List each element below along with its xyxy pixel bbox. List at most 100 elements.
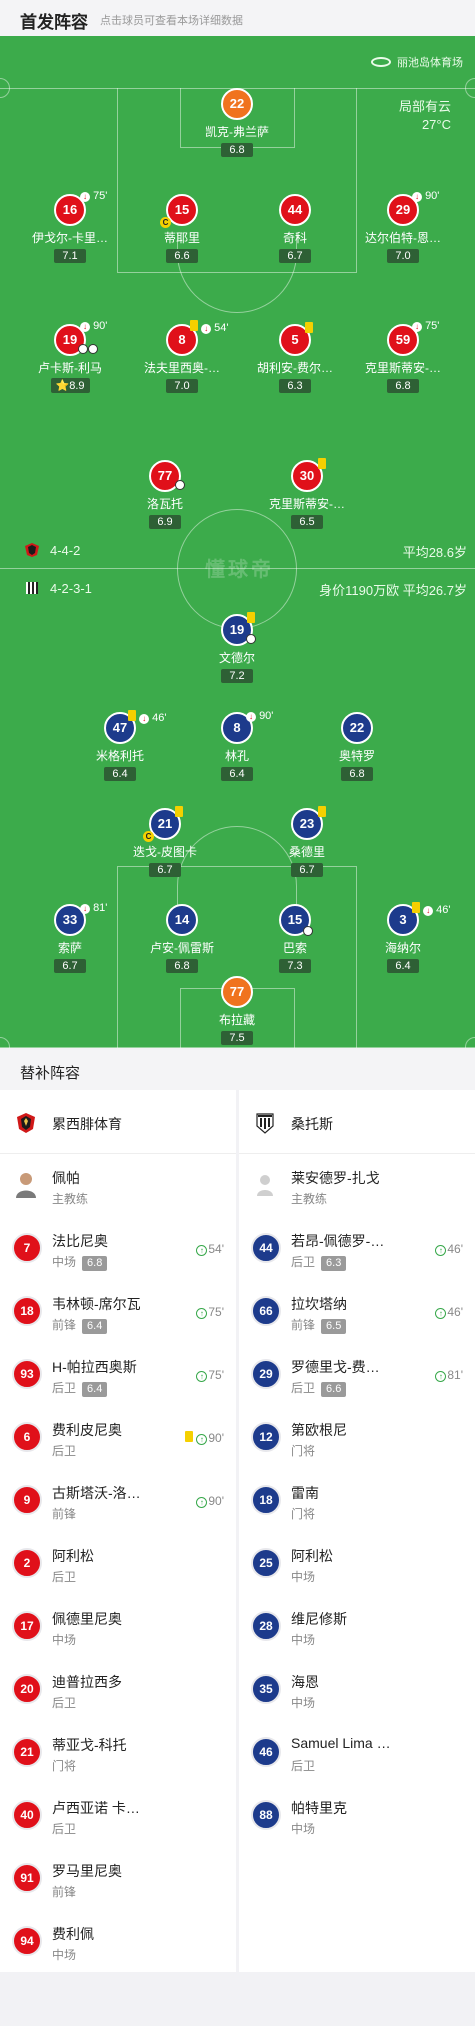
- player-home-mid[interactable]: 5 胡利安-费尔… 6.3: [240, 324, 350, 394]
- player-away-def[interactable]: 14 卢安-佩雷斯 6.8: [127, 904, 237, 974]
- sub-number: 44: [251, 1233, 281, 1263]
- sub-row[interactable]: 7 法比尼奥 中场 6.8 ↑ 54': [0, 1217, 236, 1280]
- sub-in-minute: 54': [208, 1242, 224, 1256]
- player-away-am[interactable]: 22 奥特罗 6.8: [302, 712, 412, 782]
- home-subs-column: 累西腓体育 佩帕 主教练 7 法比尼奥 中场 6.8 ↑ 54' 18 韦林顿-席尔瓦 前锋 6…: [0, 1090, 236, 1972]
- player-number: 14: [166, 904, 198, 936]
- sub-row[interactable]: 6 费利皮尼奥 后卫 ↑ 90': [0, 1406, 236, 1469]
- sub-number: 29: [251, 1359, 281, 1389]
- player-home-mid[interactable]: 59 克里斯蒂安-… 6.8: [348, 324, 458, 394]
- goal-badge: [175, 480, 185, 493]
- player-home-fwd[interactable]: 77 洛瓦托 6.9: [110, 460, 220, 530]
- sub-position: 中场 6.8: [52, 1253, 108, 1271]
- player-rating-value: 8.9: [69, 380, 85, 392]
- sub-position: 后卫: [52, 1696, 77, 1710]
- player-number: 22: [341, 712, 373, 744]
- player-away-dm[interactable]: 21 迭戈-皮图卡 6.7: [110, 808, 220, 878]
- home-team-logo-icon: [25, 543, 39, 557]
- player-rating: 6.7: [54, 959, 86, 973]
- player-away-fwd[interactable]: 19 文德尔 7.2: [182, 614, 292, 684]
- sub-row[interactable]: 9 古斯塔沃-洛… 前锋 ↑ 90': [0, 1469, 236, 1532]
- sub-position-text: 后卫: [291, 1381, 316, 1395]
- player-name: 法夫里西奥-…: [144, 361, 220, 375]
- coach-role: 主教练: [291, 1192, 328, 1206]
- player-home-gk[interactable]: 22 凯克-弗兰萨 6.8: [182, 88, 292, 158]
- sub-row[interactable]: 20 迪普拉西多 后卫: [0, 1658, 236, 1721]
- sub-row[interactable]: 17 佩德里尼奥 中场: [0, 1595, 236, 1658]
- sub-number: 2: [12, 1548, 42, 1578]
- player-rating: 6.4: [104, 767, 136, 781]
- goal-ball-icon: [78, 344, 88, 354]
- sub-position-text: 中场: [52, 1255, 77, 1269]
- sub-row[interactable]: 18 韦林顿-席尔瓦 前锋 6.4 ↑ 75': [0, 1280, 236, 1343]
- sub-out-icon: ↓: [80, 322, 90, 332]
- player-name: 奥特罗: [338, 749, 375, 763]
- sub-rating: 6.3: [321, 1256, 347, 1271]
- player-rating: 7.3: [279, 959, 311, 973]
- player-away-dm[interactable]: 23 桑德里 6.7: [252, 808, 362, 878]
- sub-out-icon: ↓: [139, 714, 150, 724]
- player-name: 卢卡斯-利马: [38, 361, 102, 375]
- sub-number: 25: [251, 1548, 281, 1578]
- sub-row[interactable]: 46 Samuel Lima … 后卫: [239, 1721, 475, 1784]
- player-name: 林孔: [224, 749, 249, 763]
- away-coach-row[interactable]: 莱安德罗-扎戈 主教练: [239, 1154, 475, 1217]
- sub-minute: 75': [93, 190, 108, 202]
- player-number: 44: [279, 194, 311, 226]
- card-sub-badge: ↓ 46': [412, 902, 450, 916]
- player-home-def[interactable]: 44 奇科 6.7: [240, 194, 350, 264]
- player-name: 凯克-弗兰萨: [205, 125, 269, 139]
- corner-arc: [465, 1037, 475, 1048]
- player-name: 达尔伯特-恩…: [365, 231, 441, 245]
- sub-row[interactable]: 66 拉坎塔纳 前锋 6.5 ↑ 46': [239, 1280, 475, 1343]
- sub-row[interactable]: 88 帕特里克 中场: [239, 1784, 475, 1847]
- sub-row[interactable]: 29 罗德里戈-费… 后卫 6.6 ↑ 81': [239, 1343, 475, 1406]
- player-home-def[interactable]: 15 蒂耶里 6.6: [127, 194, 237, 264]
- player-home-def[interactable]: 29 达尔伯特-恩… 7.0: [348, 194, 458, 264]
- subs-title: 替补阵容: [20, 1065, 81, 1082]
- player-name: 洛瓦托: [146, 497, 183, 511]
- player-home-def[interactable]: 16 伊戈尔-卡里… 7.1: [15, 194, 125, 264]
- sub-number: 40: [12, 1800, 42, 1830]
- sub-in-icon: ↑: [435, 1245, 447, 1256]
- player-rating: 6.8: [221, 143, 253, 157]
- sub-row[interactable]: 94 费利佩 中场: [0, 1910, 236, 1973]
- corner-arc: [0, 78, 10, 98]
- sub-in-icon: ↑: [196, 1308, 208, 1319]
- sub-row[interactable]: 40 卢西亚诺 卡… 后卫: [0, 1784, 236, 1847]
- yellow-card-icon: [185, 1431, 194, 1442]
- coach-role: 主教练: [52, 1192, 89, 1206]
- yellow-card-icon: [128, 710, 136, 721]
- sub-row[interactable]: 28 维尼修斯 中场: [239, 1595, 475, 1658]
- player-name: 奇科: [282, 231, 307, 245]
- sub-position: 后卫 6.4: [52, 1379, 108, 1397]
- sub-row[interactable]: 21 蒂亚戈-科托 门将: [0, 1721, 236, 1784]
- sub-row[interactable]: 25 阿利松 中场: [239, 1532, 475, 1595]
- sub-row[interactable]: 2 阿利松 后卫: [0, 1532, 236, 1595]
- venue-name: 丽池岛体育场: [397, 57, 463, 69]
- player-rating: 6.6: [166, 249, 198, 263]
- player-away-def[interactable]: 33 索萨 6.7: [15, 904, 125, 974]
- sub-in-icon: ↑: [196, 1434, 208, 1445]
- home-coach-row[interactable]: 佩帕 主教练: [0, 1154, 236, 1217]
- sub-row[interactable]: 44 若昂-佩德罗-… 后卫 6.3 ↑ 46': [239, 1217, 475, 1280]
- sub-row[interactable]: 93 H-帕拉西奥斯 后卫 6.4 ↑ 75': [0, 1343, 236, 1406]
- player-away-am[interactable]: 8 林孔 6.4: [182, 712, 292, 782]
- player-name: 蒂耶里: [163, 231, 200, 245]
- sub-row[interactable]: 91 罗马里尼奥 前锋: [0, 1847, 236, 1910]
- sub-number: 17: [12, 1611, 42, 1641]
- sub-name: 费利皮尼奥: [52, 1422, 122, 1438]
- sub-row[interactable]: 12 第欧根尼 门将: [239, 1406, 475, 1469]
- player-home-mid[interactable]: 8 法夫里西奥-… 7.0: [127, 324, 237, 394]
- sub-row[interactable]: 35 海恩 中场: [239, 1658, 475, 1721]
- player-home-mid[interactable]: 19 卢卡斯-利马 ⭐8.9: [15, 324, 125, 394]
- sub-number: 20: [12, 1674, 42, 1704]
- sub-minute: 81': [93, 902, 108, 914]
- player-away-gk[interactable]: 77 布拉藏 7.5: [182, 976, 292, 1046]
- coach-avatar-icon: [257, 1175, 273, 1196]
- sub-position: 后卫: [52, 1444, 77, 1458]
- player-away-def[interactable]: 15 巴索 7.3: [240, 904, 350, 974]
- player-home-fwd[interactable]: 30 克里斯蒂安-… 6.5: [252, 460, 362, 530]
- sub-row[interactable]: 18 雷南 门将: [239, 1469, 475, 1532]
- player-name: 克里斯蒂安-…: [365, 361, 441, 375]
